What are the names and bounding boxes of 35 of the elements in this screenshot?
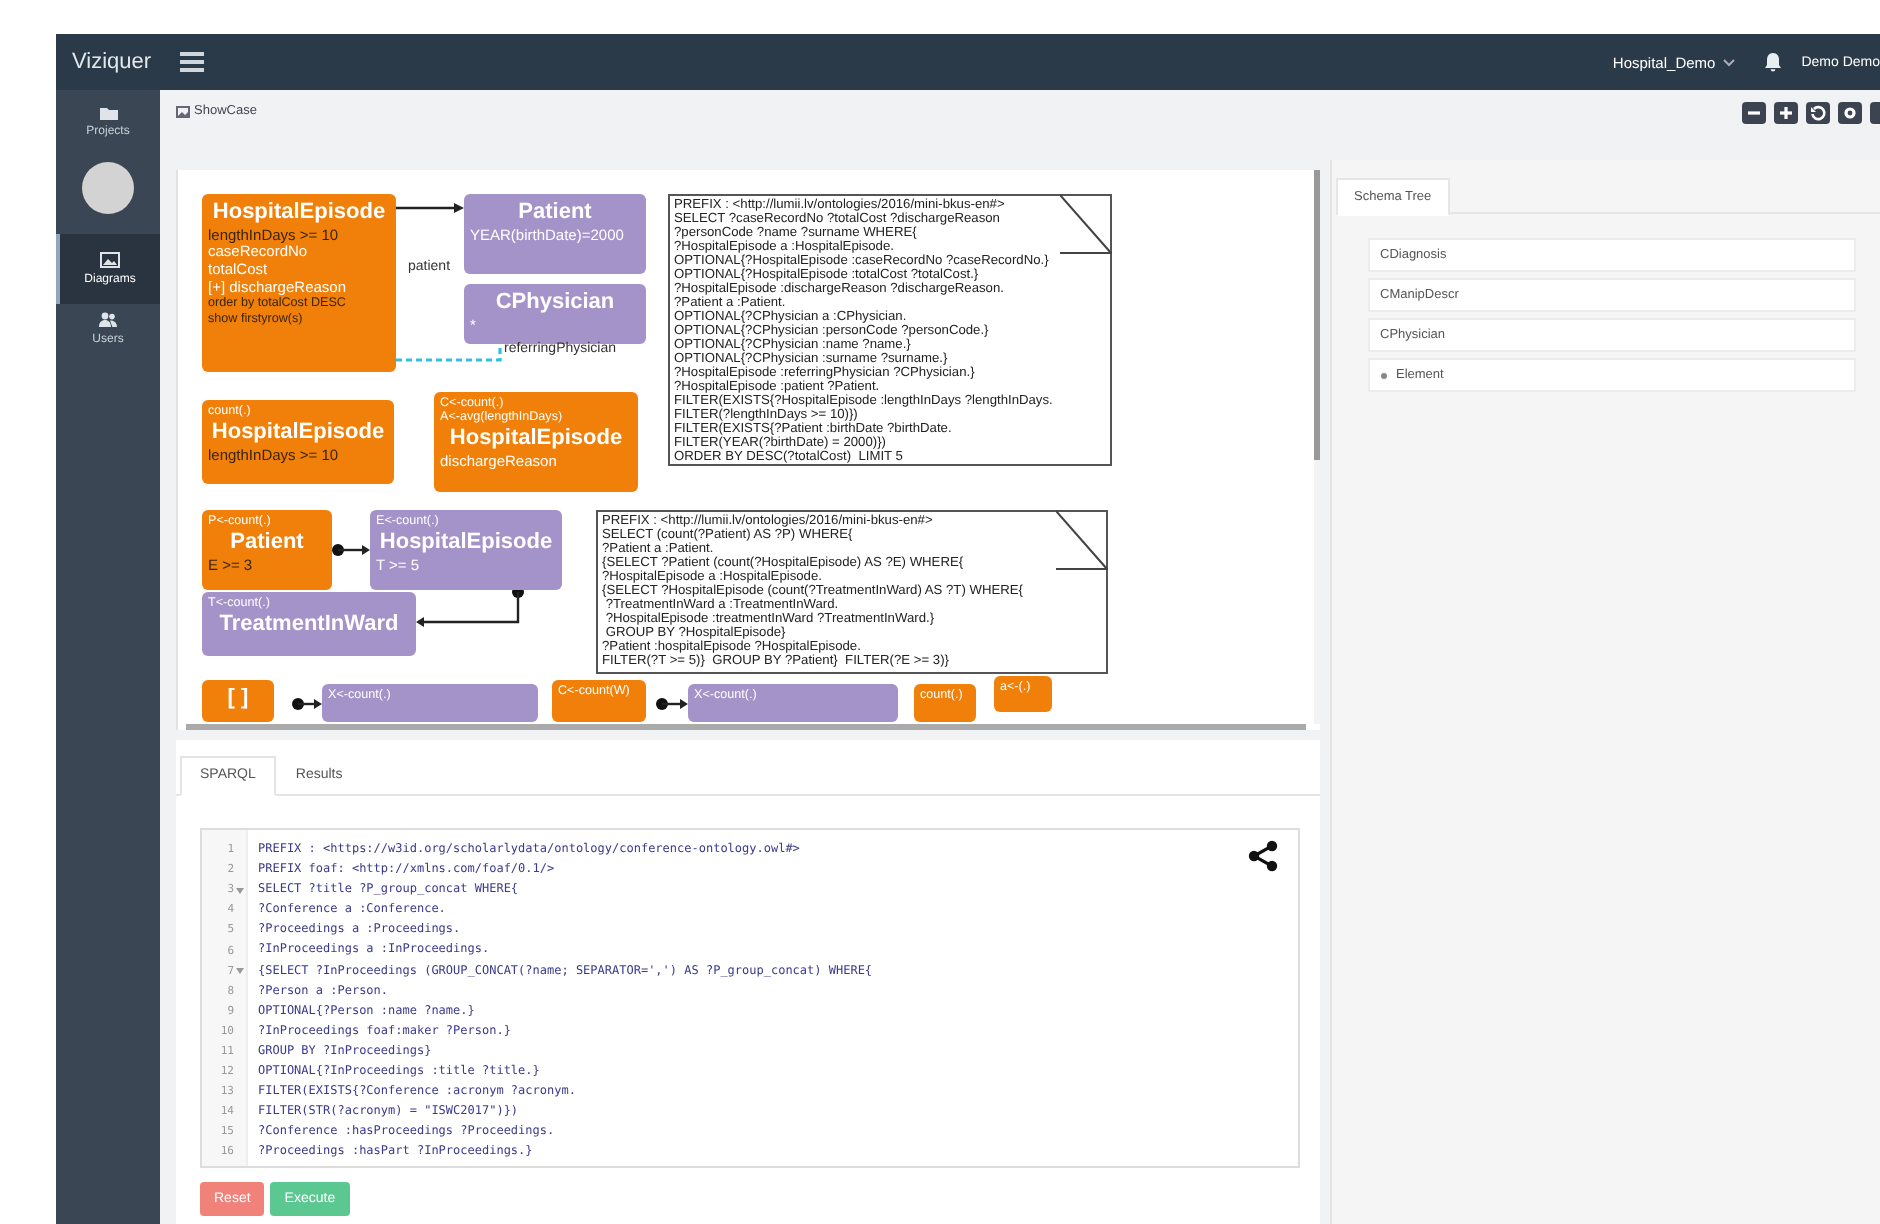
folder-icon <box>99 106 117 120</box>
menu-icon[interactable] <box>179 52 204 72</box>
fold-icon[interactable] <box>236 887 244 894</box>
node-title: HospitalEpisode <box>377 528 555 559</box>
node-title: Patient <box>516 198 594 228</box>
arrow <box>656 698 688 710</box>
bell-icon[interactable] <box>1763 52 1782 72</box>
dashed-connector <box>396 344 502 362</box>
node-title: Patient <box>228 528 306 559</box>
expand-icon[interactable] <box>1380 371 1388 379</box>
arrow <box>396 203 464 213</box>
settings-icon[interactable] <box>1838 102 1862 124</box>
scrollbar-thumb[interactable] <box>186 724 1306 730</box>
zoom-out-icon[interactable] <box>1742 102 1766 124</box>
zoom-in-icon[interactable] <box>1774 102 1798 124</box>
node-title: HospitalEpisode <box>210 198 388 228</box>
toolbar-icon[interactable] <box>1870 102 1880 124</box>
reset-icon[interactable] <box>1806 102 1830 124</box>
node-title: TreatmentInWard <box>217 610 401 641</box>
image-icon <box>100 252 120 268</box>
scrollbar-thumb[interactable] <box>1314 170 1320 460</box>
caret-icon[interactable] <box>1721 57 1736 67</box>
arrow <box>292 698 322 710</box>
image-icon <box>176 105 190 117</box>
node-title: [ ] <box>225 684 251 714</box>
code-editor[interactable] <box>200 828 1300 1168</box>
node-title: HospitalEpisode <box>209 418 387 449</box>
node-title: CPhysician <box>493 288 617 318</box>
avatar-circle <box>82 162 134 214</box>
users-icon <box>98 312 118 328</box>
arrow <box>332 544 370 556</box>
app-title: Viziquer <box>72 50 152 74</box>
share-icon[interactable] <box>1248 840 1278 872</box>
node-title: HospitalEpisode <box>447 424 625 455</box>
fold-icon[interactable] <box>236 968 244 975</box>
